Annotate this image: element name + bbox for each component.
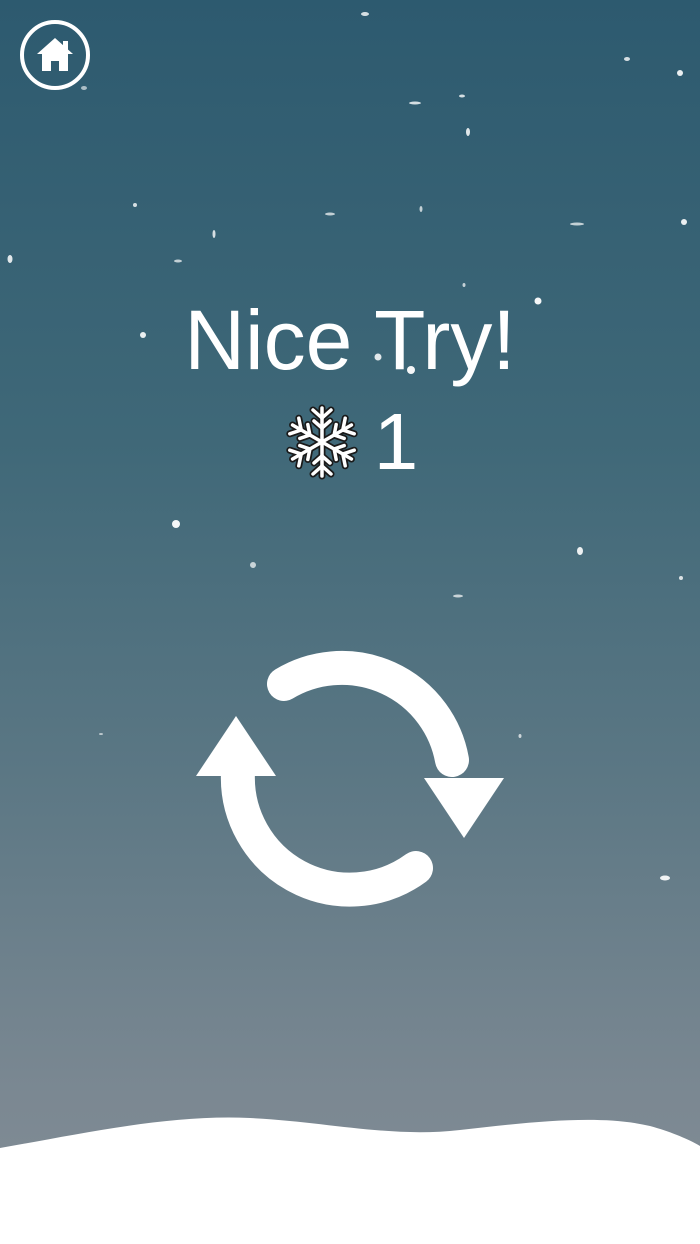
snowflake-icon <box>282 404 362 482</box>
home-icon <box>37 38 73 71</box>
score-display: 1 <box>0 400 700 484</box>
result-title: Nice Try! <box>184 293 516 387</box>
score-value: 1 <box>373 397 419 486</box>
home-button[interactable] <box>20 20 90 90</box>
replay-button[interactable] <box>190 640 510 920</box>
game-over-screen: Nice Try! 1 <box>0 0 700 1244</box>
snow-ground <box>0 1117 700 1244</box>
replay-arrows-icon <box>196 650 504 907</box>
falling-snow <box>7 12 687 881</box>
